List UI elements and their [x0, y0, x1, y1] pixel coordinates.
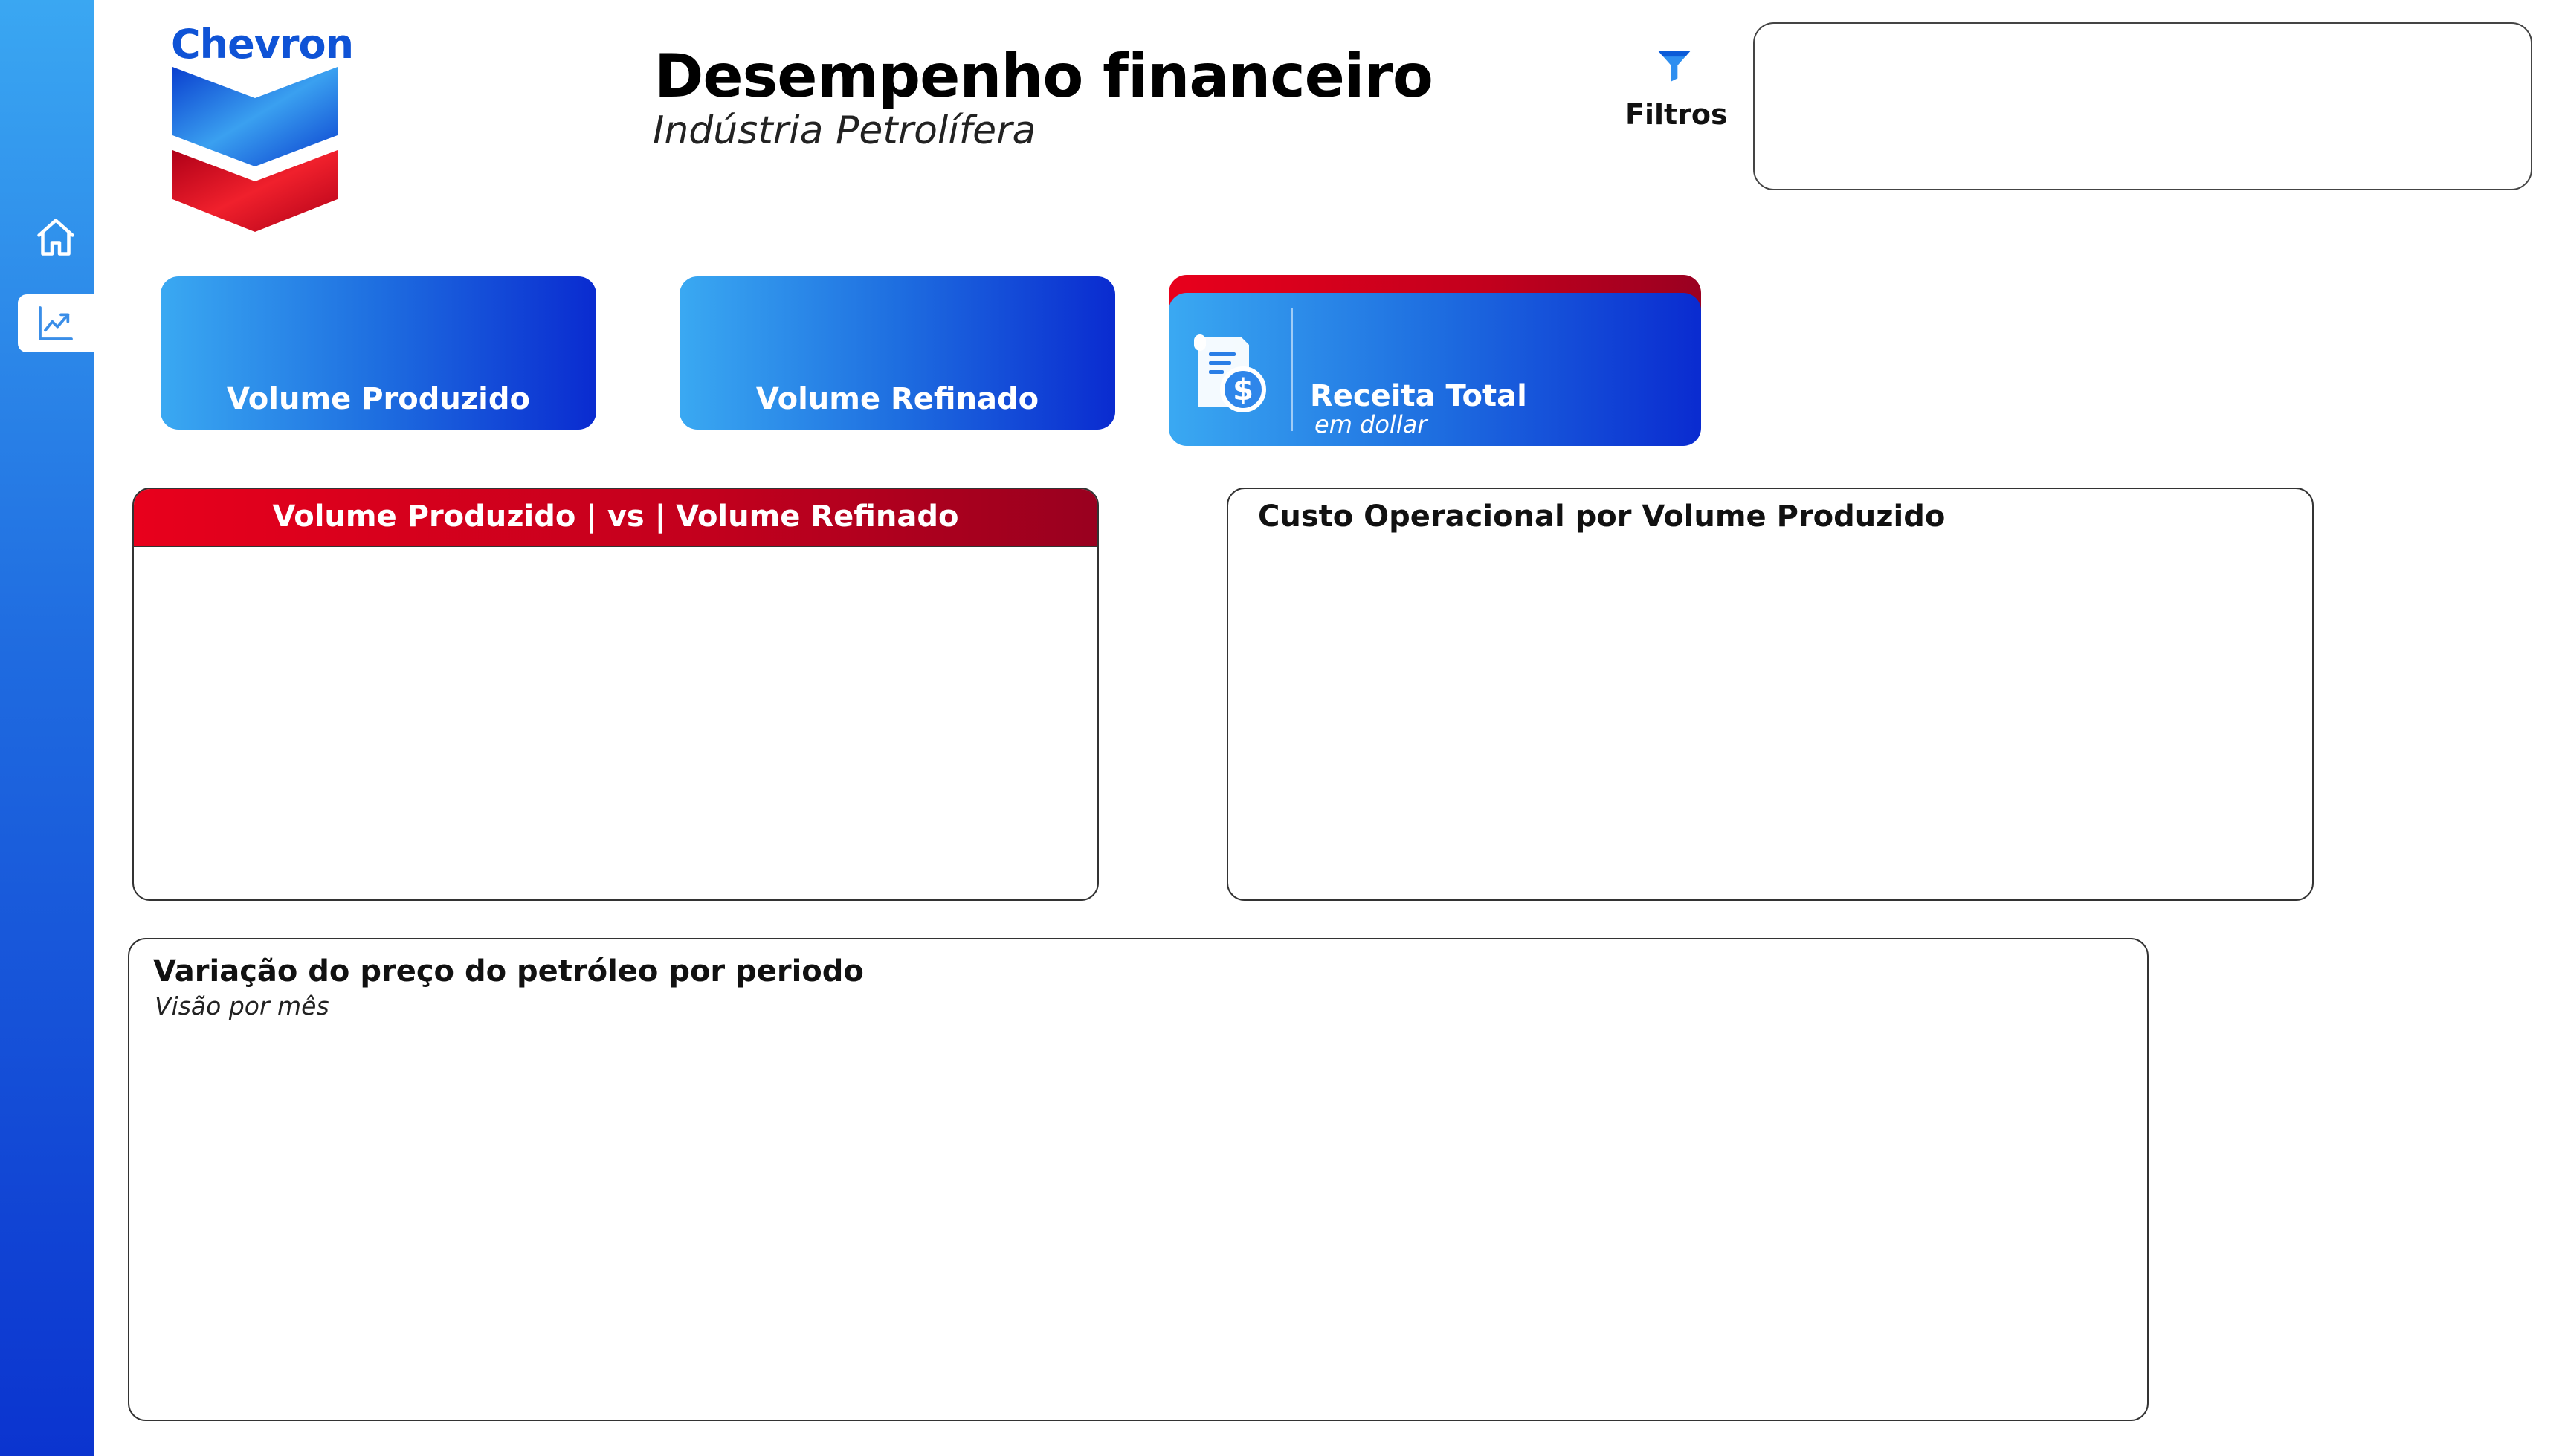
- trending-chart-icon: [39, 306, 73, 340]
- home-icon: [37, 219, 74, 256]
- chevron-logo-emblem: [172, 67, 338, 232]
- panel-volume-comparison: Volume Produzido | vs | Volume Refinado: [132, 488, 1099, 901]
- invoice-dollar-icon: $: [1194, 334, 1266, 412]
- panel-operational-cost: Custo Operacional por Volume Produzido: [1227, 488, 2314, 901]
- kpi-sublabel: em dollar: [1314, 410, 1427, 439]
- kpi-card-volume-refined: Volume Refinado: [680, 276, 1115, 430]
- page-title: Desempenho financeiro: [654, 42, 1433, 111]
- kpi-divider: [1291, 308, 1293, 431]
- page-subtitle: Indústria Petrolífera: [653, 109, 1036, 153]
- kpi-label: Volume Refinado: [755, 382, 1039, 416]
- kpi-label: Receita Total: [1310, 379, 1527, 413]
- brand-wordmark: Chevron: [171, 21, 354, 68]
- svg-text:$: $: [1233, 373, 1254, 407]
- panel-title: Volume Produzido | vs | Volume Refinado: [272, 499, 959, 534]
- nav-analytics-button[interactable]: [18, 294, 94, 352]
- panel-oil-price-variation: Variação do preço do petróleo por period…: [128, 938, 2149, 1421]
- panel-title: Variação do preço do petróleo por period…: [153, 954, 864, 989]
- panel-title: Custo Operacional por Volume Produzido: [1258, 499, 1946, 534]
- nav-home-button[interactable]: [18, 208, 94, 266]
- panel-subtitle: Visão por mês: [155, 991, 329, 1020]
- filters-label[interactable]: Filtros: [1625, 98, 1728, 131]
- panel-header: Volume Produzido | vs | Volume Refinado: [134, 489, 1097, 547]
- kpi-card-volume-produced: Volume Produzido: [161, 276, 596, 430]
- kpi-label: Volume Produzido: [227, 382, 530, 416]
- filter-icon[interactable]: [1655, 46, 1694, 85]
- brand-logo: Chevron: [170, 21, 354, 232]
- filters-panel[interactable]: [1753, 22, 2532, 190]
